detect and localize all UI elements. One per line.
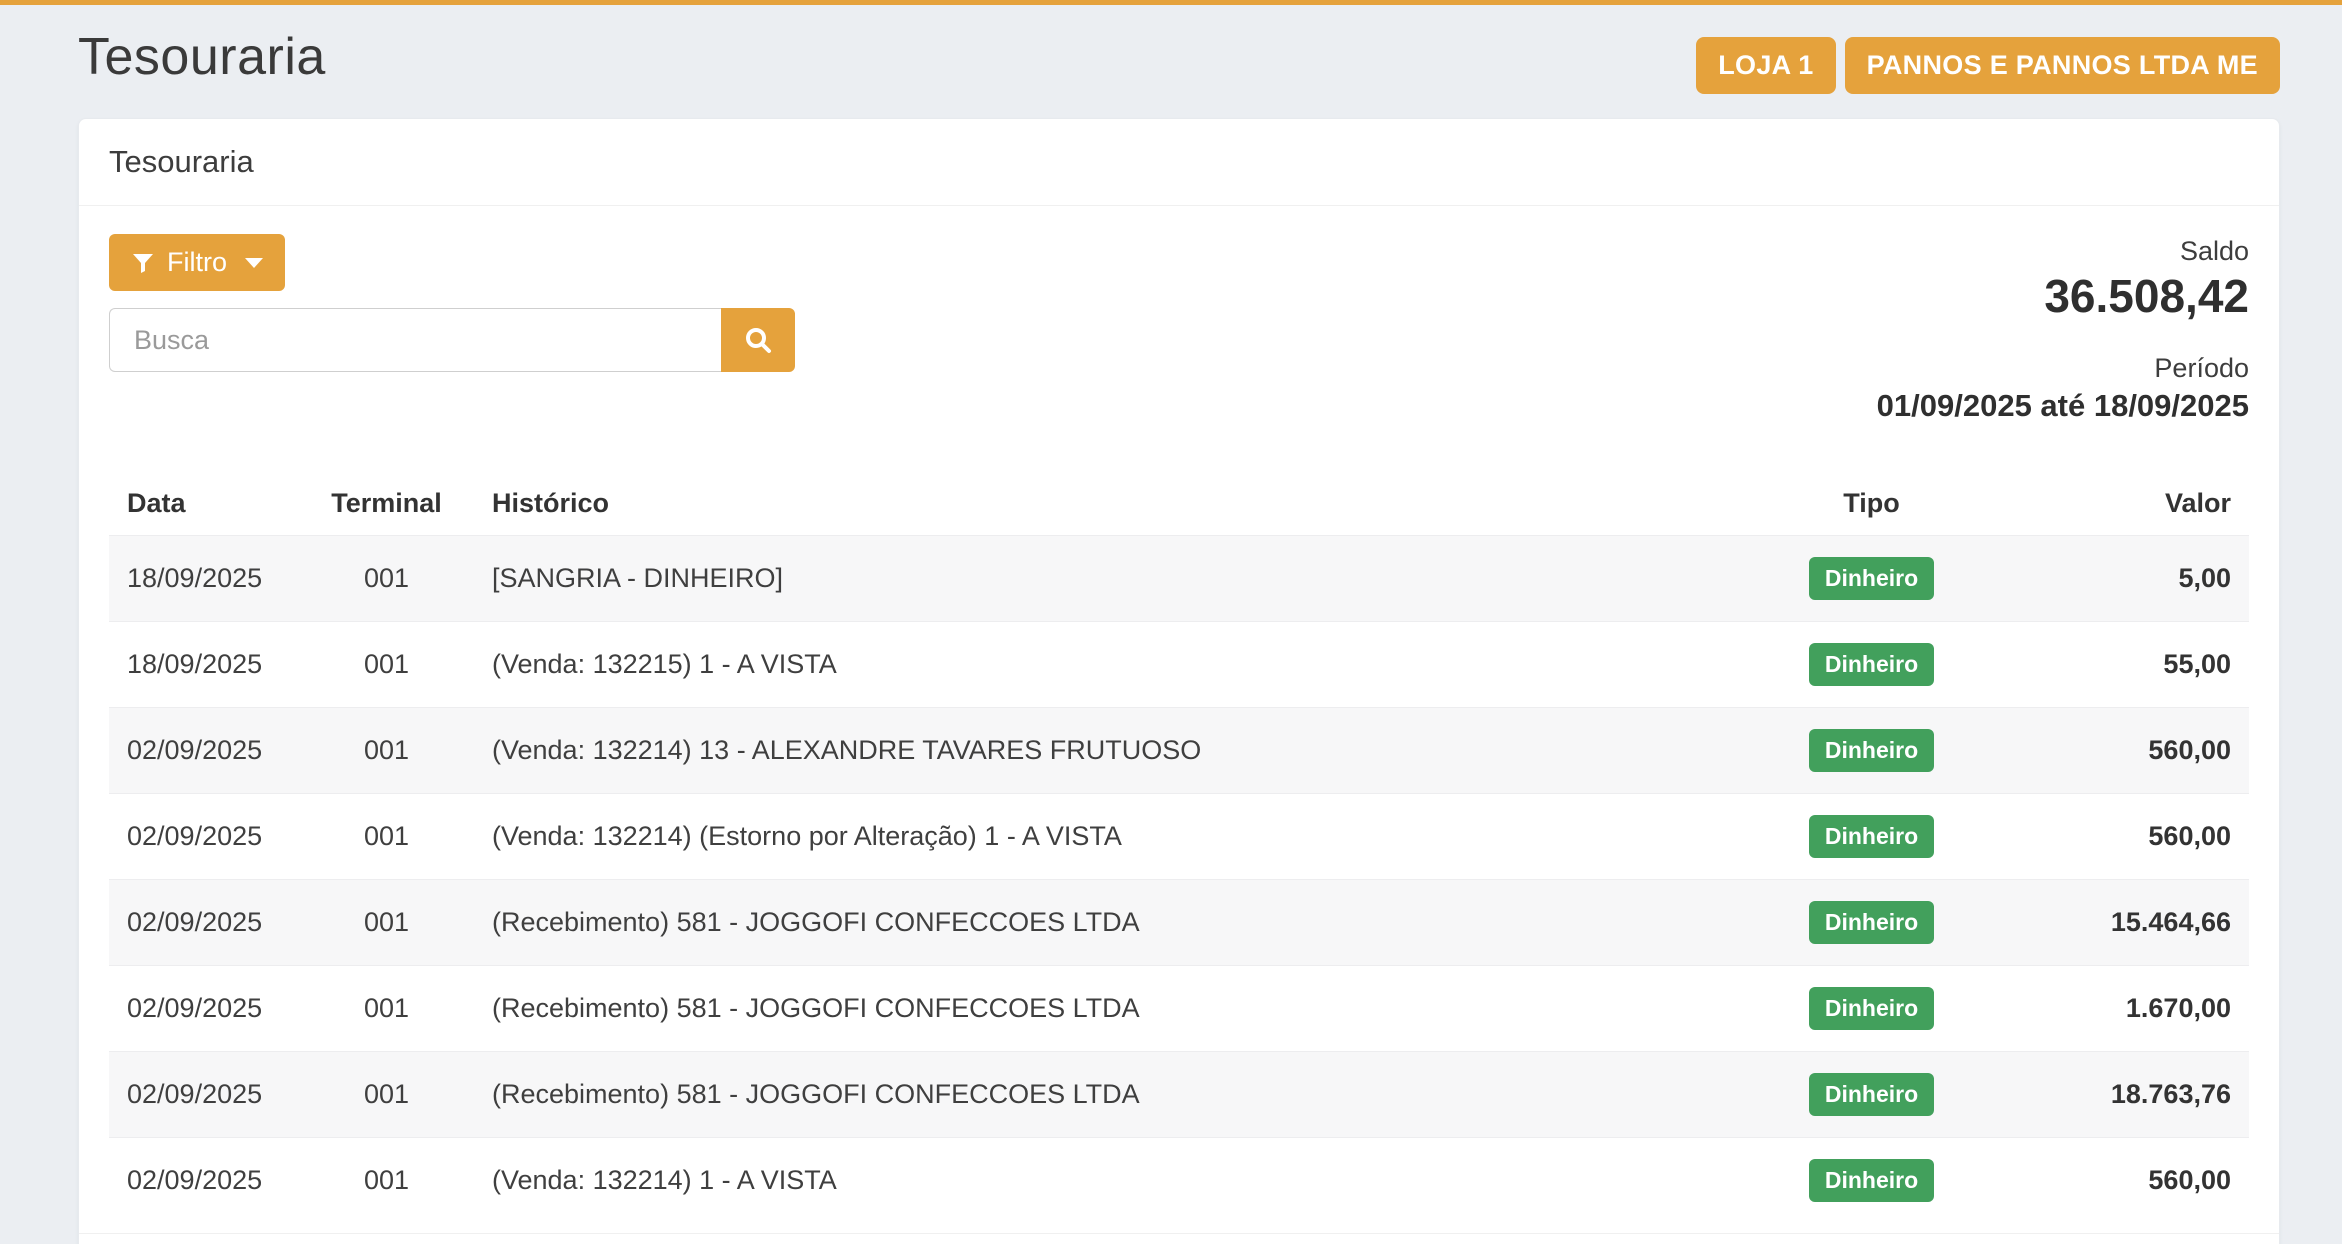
header-buttons: LOJA 1 PANNOS E PANNOS LTDA ME xyxy=(1696,37,2280,94)
cell-terminal: 001 xyxy=(299,966,474,1052)
cell-tipo: Dinheiro xyxy=(1774,536,1969,622)
cell-historico: [SANGRIA - DINHEIRO] xyxy=(474,536,1774,622)
tesouraria-card: Tesouraria Filtro xyxy=(78,118,2280,1244)
tipo-badge: Dinheiro xyxy=(1809,643,1934,686)
cell-tipo: Dinheiro xyxy=(1774,622,1969,708)
cell-historico: (Venda: 132214) 1 - A VISTA xyxy=(474,1138,1774,1224)
filter-dropdown-button[interactable]: Filtro xyxy=(109,234,285,291)
filter-label: Filtro xyxy=(167,247,227,278)
cell-terminal: 001 xyxy=(299,794,474,880)
cell-terminal: 001 xyxy=(299,880,474,966)
periodo-value: 01/09/2025 até 18/09/2025 xyxy=(1877,388,2249,424)
cell-valor: 560,00 xyxy=(1969,794,2249,880)
cell-tipo: Dinheiro xyxy=(1774,1138,1969,1224)
cell-terminal: 001 xyxy=(299,536,474,622)
search-button[interactable] xyxy=(721,308,795,372)
table-header-row: Data Terminal Histórico Tipo Valor xyxy=(109,472,2249,536)
store-button[interactable]: LOJA 1 xyxy=(1696,37,1835,94)
company-button[interactable]: PANNOS E PANNOS LTDA ME xyxy=(1845,37,2280,94)
table-row: 02/09/2025001(Venda: 132214) 13 - ALEXAN… xyxy=(109,708,2249,794)
table-row: 02/09/2025001(Recebimento) 581 - JOGGOFI… xyxy=(109,1052,2249,1138)
cell-data: 18/09/2025 xyxy=(109,622,299,708)
tipo-badge: Dinheiro xyxy=(1809,557,1934,600)
cell-historico: (Venda: 132214) (Estorno por Alteração) … xyxy=(474,794,1774,880)
cell-data: 02/09/2025 xyxy=(109,708,299,794)
col-header-tipo: Tipo xyxy=(1774,472,1969,536)
search-group xyxy=(109,308,795,372)
saldo-value: 36.508,42 xyxy=(1877,269,2249,323)
filter-row: Filtro Saldo 36.508,42 Período xyxy=(109,234,2249,424)
cell-valor: 5,00 xyxy=(1969,536,2249,622)
cell-data: 02/09/2025 xyxy=(109,880,299,966)
cell-valor: 18.763,76 xyxy=(1969,1052,2249,1138)
tipo-badge: Dinheiro xyxy=(1809,1073,1934,1116)
table-total: Total - 8 encontrado(s) xyxy=(79,1233,2279,1244)
cell-tipo: Dinheiro xyxy=(1774,708,1969,794)
cell-tipo: Dinheiro xyxy=(1774,966,1969,1052)
tipo-badge: Dinheiro xyxy=(1809,901,1934,944)
cell-historico: (Recebimento) 581 - JOGGOFI CONFECCOES L… xyxy=(474,880,1774,966)
cell-historico: (Recebimento) 581 - JOGGOFI CONFECCOES L… xyxy=(474,966,1774,1052)
tipo-badge: Dinheiro xyxy=(1809,815,1934,858)
cell-terminal: 001 xyxy=(299,622,474,708)
cell-data: 02/09/2025 xyxy=(109,1138,299,1224)
search-icon xyxy=(743,325,773,355)
col-header-data: Data xyxy=(109,472,299,536)
cell-historico: (Venda: 132214) 13 - ALEXANDRE TAVARES F… xyxy=(474,708,1774,794)
cell-data: 02/09/2025 xyxy=(109,794,299,880)
table-row: 02/09/2025001(Venda: 132214) 1 - A VISTA… xyxy=(109,1138,2249,1224)
cell-valor: 55,00 xyxy=(1969,622,2249,708)
cell-valor: 15.464,66 xyxy=(1969,880,2249,966)
table-row: 18/09/2025001[SANGRIA - DINHEIRO] Dinheir… xyxy=(109,536,2249,622)
cell-tipo: Dinheiro xyxy=(1774,880,1969,966)
cell-historico: (Venda: 132215) 1 - A VISTA xyxy=(474,622,1774,708)
filter-search-column: Filtro xyxy=(109,234,795,372)
cell-valor: 560,00 xyxy=(1969,1138,2249,1224)
col-header-historico: Histórico xyxy=(474,472,1774,536)
periodo-label: Período xyxy=(1877,353,2249,384)
caret-down-icon xyxy=(245,258,263,268)
page-title: Tesouraria xyxy=(78,27,326,87)
saldo-label: Saldo xyxy=(1877,236,2249,267)
cell-valor: 560,00 xyxy=(1969,708,2249,794)
page-header: Tesouraria LOJA 1 PANNOS E PANNOS LTDA M… xyxy=(0,5,2342,118)
table-row: 02/09/2025001(Recebimento) 581 - JOGGOFI… xyxy=(109,966,2249,1052)
cell-terminal: 001 xyxy=(299,1052,474,1138)
cell-tipo: Dinheiro xyxy=(1774,794,1969,880)
search-input[interactable] xyxy=(109,308,721,372)
tipo-badge: Dinheiro xyxy=(1809,729,1934,772)
cell-historico: (Recebimento) 581 - JOGGOFI CONFECCOES L… xyxy=(474,1052,1774,1138)
cell-terminal: 001 xyxy=(299,708,474,794)
table-row: 18/09/2025001(Venda: 132215) 1 - A VISTA… xyxy=(109,622,2249,708)
card-title: Tesouraria xyxy=(79,119,2279,206)
cell-data: 02/09/2025 xyxy=(109,1052,299,1138)
table-row: 02/09/2025001(Venda: 132214) (Estorno po… xyxy=(109,794,2249,880)
tipo-badge: Dinheiro xyxy=(1809,987,1934,1030)
cell-terminal: 001 xyxy=(299,1138,474,1224)
col-header-valor: Valor xyxy=(1969,472,2249,536)
tipo-badge: Dinheiro xyxy=(1809,1159,1934,1202)
card-body: Filtro Saldo 36.508,42 Período xyxy=(79,206,2279,1233)
filter-funnel-icon xyxy=(131,251,155,275)
summary-block: Saldo 36.508,42 Período 01/09/2025 até 1… xyxy=(1877,234,2249,424)
cell-valor: 1.670,00 xyxy=(1969,966,2249,1052)
table-row: 02/09/2025001(Recebimento) 581 - JOGGOFI… xyxy=(109,880,2249,966)
cell-data: 18/09/2025 xyxy=(109,536,299,622)
col-header-terminal: Terminal xyxy=(299,472,474,536)
cell-data: 02/09/2025 xyxy=(109,966,299,1052)
transactions-table: Data Terminal Histórico Tipo Valor 18/09… xyxy=(109,472,2249,1223)
cell-tipo: Dinheiro xyxy=(1774,1052,1969,1138)
